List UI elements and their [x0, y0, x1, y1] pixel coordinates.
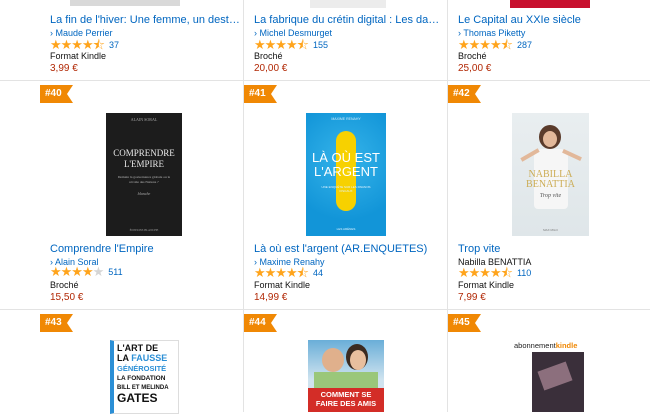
- cover-line: FAIRE DES AMIS: [315, 399, 377, 408]
- product-format: Broché: [458, 51, 487, 61]
- book-cover[interactable]: [310, 0, 386, 8]
- cover-line: abonnement: [514, 341, 556, 350]
- cover-line: L'ART DE: [117, 343, 159, 353]
- review-count[interactable]: 44: [313, 268, 323, 278]
- product-title-link[interactable]: Là où est l'argent (AR.ENQUETES): [254, 243, 444, 255]
- cover-line: GATES: [117, 391, 158, 405]
- cover-author-last: BENATTIA: [526, 179, 575, 190]
- rank-badge: #45: [448, 314, 481, 332]
- rank-badge: #41: [244, 85, 277, 103]
- rank-badge: #40: [40, 85, 73, 103]
- book-cover[interactable]: [70, 0, 180, 6]
- rank-badge: #43: [40, 314, 73, 332]
- product-format: Format Kindle: [458, 280, 515, 290]
- cover-line: COMMENT SE: [320, 390, 372, 399]
- product-price: 7,99 €: [458, 292, 486, 303]
- product-price: 25,00 €: [458, 63, 492, 74]
- product-price: 3,99 €: [50, 63, 78, 74]
- review-count[interactable]: 511: [108, 267, 122, 277]
- rank-badge: #44: [244, 314, 277, 332]
- cover-author: MAXIME RENAHY: [331, 117, 361, 121]
- product-grid: La fin de l'hiver: Une femme, un destin …: [0, 0, 650, 414]
- cover-line: LA: [117, 353, 129, 363]
- cover-subtitle: UNE ENQUÊTE SUR LES PARADIS FISCAUX: [321, 185, 371, 193]
- cover-line: FAUSSE: [131, 353, 168, 363]
- cover-title: LÀ OÙ EST L'ARGENT: [312, 150, 380, 179]
- cover-line: LA FONDATION: [117, 375, 166, 382]
- review-count[interactable]: 110: [517, 268, 531, 278]
- book-cover-trop-vite[interactable]: NABILLA BENATTIA Trop vite MAX MILO: [512, 113, 589, 236]
- rank-badge: #42: [448, 85, 481, 103]
- book-cover-comprendre-empire[interactable]: ALAIN SORAL COMPRENDRE L'EMPIRE Demain l…: [106, 113, 182, 236]
- cover-title: COMPRENDRE L'EMPIRE: [113, 148, 175, 169]
- review-count[interactable]: 37: [109, 40, 119, 50]
- cover-author: ALAIN SORAL: [130, 117, 158, 122]
- book-cover-abonnement-kindle[interactable]: abonnementkindle: [510, 340, 590, 412]
- book-cover-art-fausse-generosite[interactable]: L'ART DE LA FAUSSE GÉNÉROSITÉ LA FONDATI…: [110, 340, 179, 414]
- rating-stars[interactable]: ★★★★★ 511: [50, 264, 123, 280]
- book-cover-la-ou-est-largent[interactable]: MAXIME RENAHY LÀ OÙ EST L'ARGENT UNE ENQ…: [306, 113, 386, 236]
- row-divider: [0, 80, 650, 81]
- cover-person-face: [350, 350, 366, 370]
- column-divider: [447, 0, 448, 412]
- product-format: Broché: [50, 280, 79, 290]
- product-price: 20,00 €: [254, 63, 288, 74]
- cover-background: [314, 372, 378, 388]
- column-divider: [243, 0, 244, 412]
- cover-person-face: [322, 348, 344, 372]
- cover-publisher: ÉDITIONS BLANCHE: [129, 228, 159, 232]
- cover-brand: blanche: [137, 191, 151, 196]
- product-price: 14,99 €: [254, 292, 288, 303]
- row-divider: [0, 309, 650, 310]
- product-title-link[interactable]: La fin de l'hiver: Une femme, un destin …: [50, 14, 240, 26]
- cover-subtitle: Demain la gouvernance globale ou la révo…: [117, 175, 171, 184]
- cover-person-face: [543, 131, 557, 147]
- product-price: 15,50 €: [50, 292, 84, 303]
- cover-publisher: MAX MILO: [543, 228, 558, 232]
- cover-publisher: LES ARÈNES: [336, 227, 356, 231]
- cover-line: kindle: [555, 341, 578, 350]
- review-count[interactable]: 287: [517, 40, 532, 50]
- product-format: Format Kindle: [50, 51, 107, 61]
- product-format: Broché: [254, 51, 283, 61]
- book-cover[interactable]: [510, 0, 590, 8]
- product-title-link[interactable]: Comprendre l'Empire: [50, 243, 240, 255]
- product-title-link[interactable]: Le Capital au XXIe siècle: [458, 14, 643, 26]
- product-title-link[interactable]: La fabrique du crétin digital : Les dang…: [254, 14, 444, 26]
- product-format: Format Kindle: [254, 280, 311, 290]
- product-title-link[interactable]: Trop vite: [458, 243, 643, 255]
- book-cover-comment-se-faire-des-amis[interactable]: COMMENT SE FAIRE DES AMIS: [308, 340, 384, 412]
- review-count[interactable]: 155: [313, 40, 328, 50]
- cover-title: Trop vite: [539, 193, 562, 199]
- cover-line: GÉNÉROSITÉ: [117, 364, 167, 373]
